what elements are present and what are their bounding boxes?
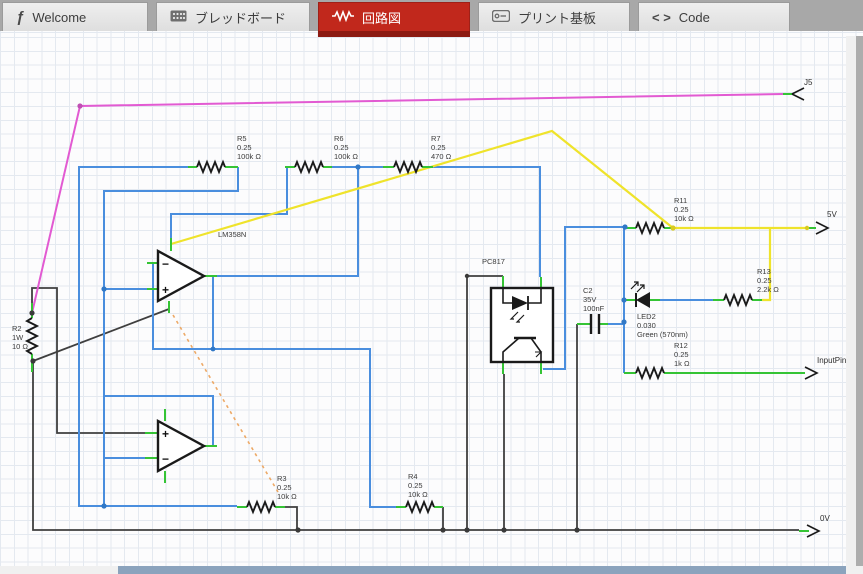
label-r7: R7 <box>431 134 441 143</box>
opamp1[interactable]: − + <box>158 251 204 301</box>
5v-arrow[interactable] <box>816 222 828 234</box>
code-icon: < > <box>652 10 671 25</box>
svg-text:100k Ω: 100k Ω <box>237 152 261 161</box>
ratsnest-line[interactable] <box>173 315 278 492</box>
vertical-scrollbar[interactable] <box>846 36 863 574</box>
opamp1-minus-sign: − <box>162 257 169 271</box>
label-r6: R6 <box>334 134 344 143</box>
led2-triangle <box>636 292 650 308</box>
label-r3: R3 <box>277 474 287 483</box>
opamp2-plus-sign: + <box>162 427 169 441</box>
tab-schematic[interactable]: 回路図 <box>318 2 470 31</box>
label-lm358n: LM358N <box>218 230 246 239</box>
label-r5: R5 <box>237 134 247 143</box>
svg-text:0.25: 0.25 <box>431 143 446 152</box>
label-c2: C2 <box>583 286 593 295</box>
horizontal-scrollbar[interactable] <box>0 566 863 574</box>
tab-code[interactable]: < > Code <box>638 2 790 31</box>
wire-opamp1-minus-to-r4[interactable] <box>153 263 396 507</box>
opto-body[interactable] <box>491 288 553 362</box>
breadboard-icon <box>170 10 187 25</box>
svg-text:0.25: 0.25 <box>757 276 772 285</box>
resistor-r4[interactable] <box>406 502 434 512</box>
svg-text:470 Ω: 470 Ω <box>431 152 452 161</box>
schematic-resistor-icon <box>332 10 354 25</box>
inputpin-arrow[interactable] <box>805 367 817 379</box>
tab-welcome[interactable]: ƒ Welcome <box>2 2 148 31</box>
tab-pcb[interactable]: プリント基板 <box>478 2 630 31</box>
led2-symbol[interactable] <box>631 282 650 308</box>
tab-pcb-label: プリント基板 <box>518 8 596 27</box>
schematic-drawing: − + + − <box>0 0 863 574</box>
svg-text:10 Ω: 10 Ω <box>12 342 28 351</box>
svg-text:0.25: 0.25 <box>334 143 349 152</box>
resistor-r5[interactable] <box>197 162 225 172</box>
svg-text:0.030: 0.030 <box>637 321 656 330</box>
label-pc817: PC817 <box>482 257 505 266</box>
tab-breadboard[interactable]: ブレッドボード <box>156 2 310 31</box>
label-r4: R4 <box>408 472 418 481</box>
label-0v: 0V <box>820 514 830 523</box>
j5-arrow[interactable] <box>792 88 804 100</box>
svg-text:1W: 1W <box>12 333 24 342</box>
opamp1-plus-sign: + <box>162 283 169 297</box>
tab-welcome-label: Welcome <box>32 10 86 25</box>
green-pins <box>32 94 816 531</box>
resistor-r11[interactable] <box>636 223 664 233</box>
resistor-r13[interactable] <box>724 295 752 305</box>
active-tab-underline <box>318 31 470 37</box>
yellow-wires[interactable] <box>171 131 807 300</box>
wire-r3-to-ground[interactable] <box>285 507 297 530</box>
vertical-scrollbar-thumb[interactable] <box>856 36 863 566</box>
svg-text:0.25: 0.25 <box>674 350 689 359</box>
opamp2-minus-sign: − <box>162 452 169 466</box>
wire-r2-to-opamp2-plus[interactable] <box>32 288 145 433</box>
svg-text:35V: 35V <box>583 295 596 304</box>
svg-text:10k Ω: 10k Ω <box>277 492 297 501</box>
tab-schematic-label: 回路図 <box>362 8 401 27</box>
svg-text:1k Ω: 1k Ω <box>674 359 690 368</box>
horizontal-scrollbar-thumb[interactable] <box>118 566 846 574</box>
optocoupler-pc817[interactable] <box>491 288 553 362</box>
component-labels: R5 0.25 100k Ω R6 0.25 100k Ω R7 0.25 47… <box>12 134 779 501</box>
resistor-r3[interactable] <box>247 502 275 512</box>
label-r11: R11 <box>674 196 687 205</box>
label-r13: R13 <box>757 267 771 276</box>
svg-text:0.25: 0.25 <box>237 143 252 152</box>
svg-text:0.25: 0.25 <box>277 483 292 492</box>
label-r2: R2 <box>12 324 22 333</box>
svg-text:2.2k Ω: 2.2k Ω <box>757 285 779 294</box>
wire-ground-bus[interactable] <box>33 361 799 530</box>
fritzing-logo-icon: ƒ <box>16 9 24 26</box>
tab-breadboard-label: ブレッドボード <box>195 8 286 27</box>
tab-bar: ƒ Welcome ブレッドボード 回路図 プリント基板 < > Code <box>0 0 863 31</box>
label-r12: R12 <box>674 341 688 350</box>
svg-text:0.25: 0.25 <box>674 205 689 214</box>
resistor-r6[interactable] <box>295 162 323 172</box>
resistor-r12[interactable] <box>636 368 664 378</box>
svg-text:100nF: 100nF <box>583 304 605 313</box>
label-led2: LED2 <box>637 312 656 321</box>
wire-r2-to-opamp1-vminus[interactable] <box>33 309 169 361</box>
svg-text:100k Ω: 100k Ω <box>334 152 358 161</box>
label-5v: 5V <box>827 210 837 219</box>
c2-symbol[interactable] <box>591 314 599 334</box>
wire-j5-to-r2[interactable] <box>32 94 783 313</box>
pcb-icon <box>492 10 510 25</box>
svg-text:10k Ω: 10k Ω <box>408 490 428 499</box>
tab-code-label: Code <box>679 10 710 25</box>
opamp2[interactable]: + − <box>158 421 204 471</box>
label-j5: J5 <box>804 78 813 87</box>
svg-text:Green (570nm): Green (570nm) <box>637 330 688 339</box>
svg-text:0.25: 0.25 <box>408 481 423 490</box>
led2-emission-arrows <box>631 282 644 292</box>
resistor-r2[interactable] <box>27 318 37 354</box>
svg-text:10k Ω: 10k Ω <box>674 214 694 223</box>
